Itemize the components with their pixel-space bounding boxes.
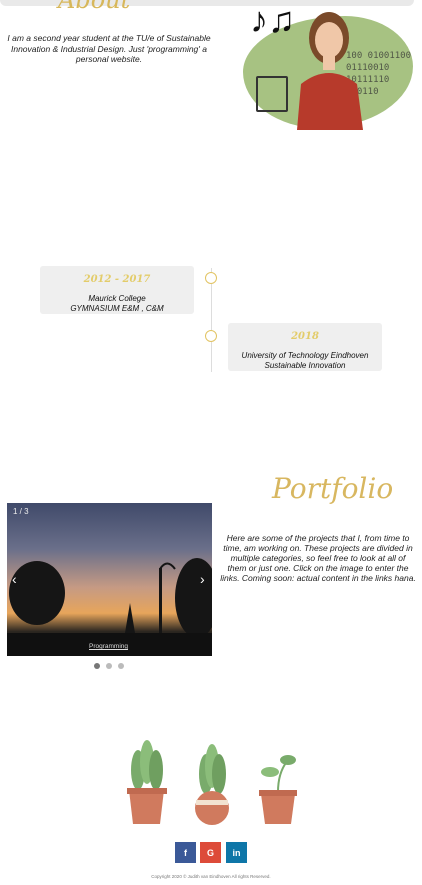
timeline-dot <box>205 330 217 342</box>
portfolio-title: Portfolio <box>272 472 394 505</box>
timeline-year: 2012 - 2017 <box>83 274 151 285</box>
sunset-photo[interactable] <box>7 503 212 656</box>
timeline-card-university: 2018 University of Technology Eindhoven … <box>228 323 382 371</box>
intro-text: I am a second year student at the TU/e o… <box>7 33 211 64</box>
portfolio-description: Here are some of the projects that I, fr… <box>220 533 416 583</box>
copyright-text: Copyright 2020 © Judith van Eindhoven Al… <box>151 874 271 879</box>
portfolio-carousel[interactable]: 1 / 3 ‹ › Programming <box>7 503 212 656</box>
profile-photo <box>297 12 363 130</box>
carousel-counter: 1 / 3 <box>13 507 29 516</box>
carousel-caption-link[interactable]: Programming <box>89 643 128 650</box>
timeline-dot <box>205 272 217 284</box>
carousel-prev-icon[interactable]: ‹ <box>12 571 17 587</box>
timeline-detail: Sustainable Innovation <box>264 360 346 370</box>
timeline-school: Maurick College <box>88 294 146 303</box>
google-icon[interactable]: G <box>200 842 221 863</box>
timeline-detail: GYMNASIUM E&M , C&M <box>70 303 164 313</box>
carousel-dot[interactable] <box>118 663 124 669</box>
carousel-next-icon[interactable]: › <box>200 571 205 587</box>
timeline-school: University of Technology Eindhoven <box>241 351 369 360</box>
timeline-year: 2018 <box>291 331 319 342</box>
carousel-dot-active[interactable] <box>94 663 100 669</box>
carousel-dot[interactable] <box>106 663 112 669</box>
plants-illustration <box>127 740 297 825</box>
facebook-icon[interactable]: f <box>175 842 196 863</box>
linkedin-icon[interactable]: in <box>226 842 247 863</box>
about-heading: About <box>58 0 131 14</box>
timeline-card-highschool: 2012 - 2017 Maurick College GYMNASIUM E&… <box>40 266 194 314</box>
